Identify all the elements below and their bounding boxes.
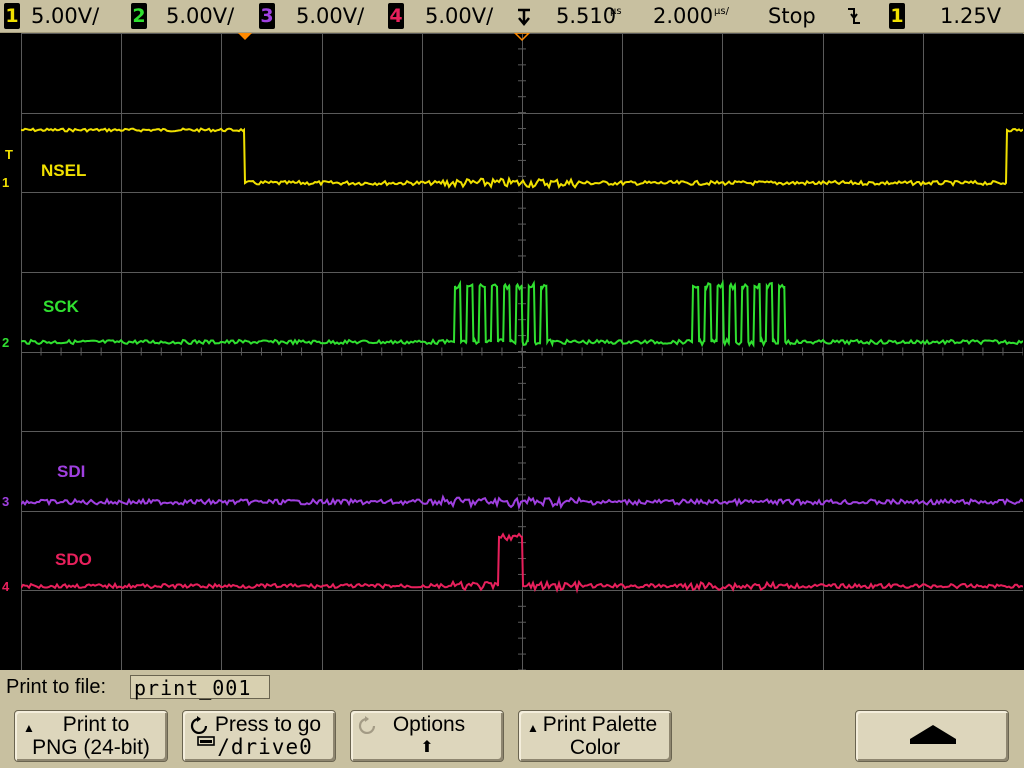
waveform-display[interactable]: NSEL SCK SDI SDO (21, 33, 1023, 670)
trace-sck (21, 279, 1023, 348)
ch1-ground-marker[interactable]: 1 (2, 175, 9, 190)
softkey-2-line-2: /drive0 (183, 736, 335, 759)
label-sdi: SDI (57, 462, 86, 481)
trigger-level-marker[interactable]: T (5, 147, 13, 162)
trigger-position-marker (238, 33, 252, 40)
run-state[interactable]: Stop (768, 0, 816, 32)
trigger-source-indicator[interactable]: 1 (889, 3, 905, 29)
return-up-softkey[interactable] (855, 710, 1009, 762)
menu-up-arrow-icon (908, 723, 958, 752)
drive-path: /drive0 (217, 735, 313, 759)
channel-4-indicator[interactable]: 4 (388, 3, 404, 29)
triangle-up-icon: ▲ (23, 721, 35, 735)
waveform-plot (21, 33, 1023, 670)
softkey-1-line-2: PNG (24-bit) (32, 736, 150, 759)
channel-2-indicator[interactable]: 2 (131, 3, 147, 29)
rotate-knob-disabled-icon (357, 715, 379, 742)
print-to-file-input[interactable]: print_001 (130, 675, 270, 700)
trigger-position-value: 5.510 (556, 4, 617, 28)
trace-sdo (21, 532, 1023, 594)
time-markers (238, 33, 531, 42)
ground-marker-strip: T 1 2 3 4 (0, 33, 21, 670)
options-softkey[interactable]: Options ⬆ (350, 710, 504, 762)
print-to-format-softkey[interactable]: ▲ Print to PNG (24-bit) (14, 710, 168, 762)
status-bar: 1 5.00V/ 2 5.00V/ 3 5.00V/ 4 5.00V/ 5.51… (0, 0, 1024, 34)
timebase-value: 2.000 (653, 4, 714, 28)
print-palette-softkey[interactable]: ▲ Print Palette Color (518, 710, 672, 762)
press-to-go-softkey[interactable]: Press to go /drive0 (182, 710, 336, 762)
trigger-level: 1.25V (940, 4, 1002, 28)
softkey-4-line-1: Print Palette (542, 713, 658, 736)
softkey-bar: Print to file: print_001 ▲ Print to PNG … (0, 670, 1024, 768)
print-to-file-label: Print to file: (6, 676, 107, 698)
label-nsel: NSEL (41, 161, 87, 180)
ch3-ground-marker[interactable]: 3 (2, 494, 9, 509)
channel-2-scale: 5.00V/ (166, 4, 235, 28)
channel-1-scale: 5.00V/ (31, 4, 100, 28)
trigger-position-icon (514, 2, 536, 34)
softkey-1-line-1: Print to (62, 713, 130, 736)
label-sdo: SDO (55, 550, 92, 569)
ch2-ground-marker[interactable]: 2 (2, 335, 9, 350)
usb-drive-icon (197, 728, 215, 751)
channel-3-indicator[interactable]: 3 (259, 3, 275, 29)
channel-4-scale: 5.00V/ (425, 4, 494, 28)
channel-3-scale: 5.00V/ (296, 4, 365, 28)
channel-1-indicator[interactable]: 1 (4, 3, 20, 29)
triangle-up-icon: ▲ (527, 721, 539, 735)
label-sck: SCK (43, 297, 79, 316)
falling-edge-icon (846, 4, 862, 36)
softkey-4-line-2: Color (569, 736, 621, 759)
ch4-ground-marker[interactable]: 4 (2, 579, 9, 594)
